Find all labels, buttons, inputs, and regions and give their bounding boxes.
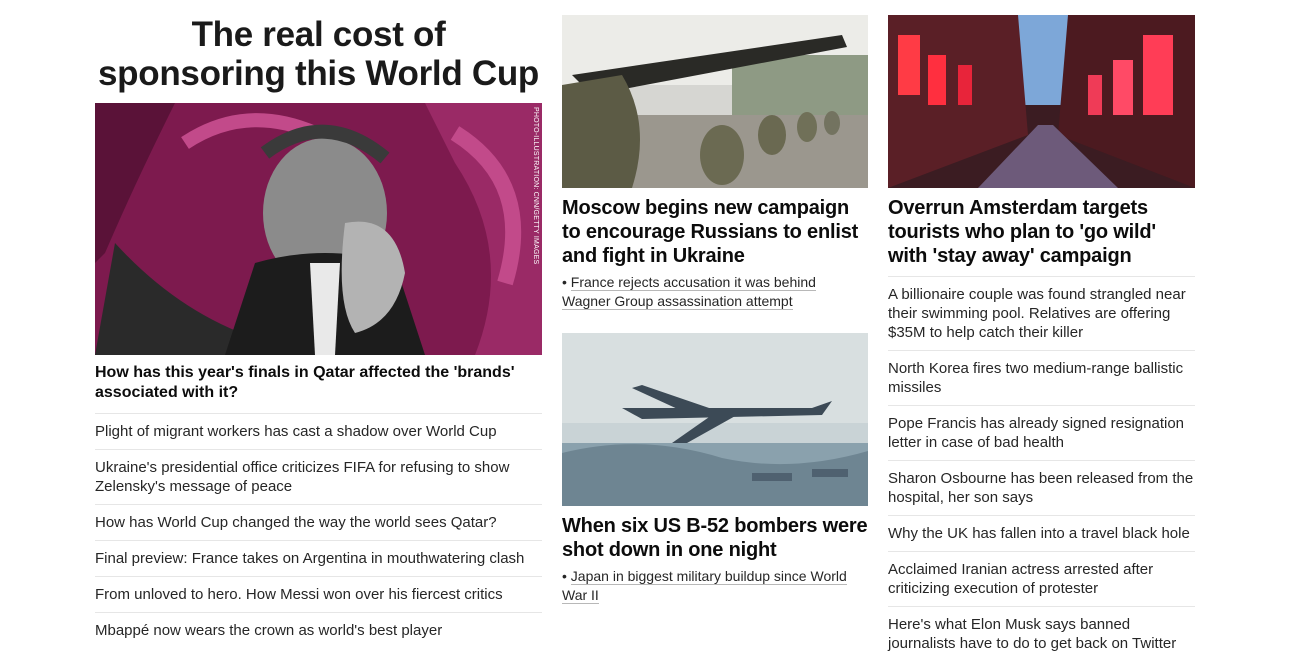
list-item[interactable]: Plight of migrant workers has cast a sha… <box>95 413 542 449</box>
right-link-list: A billionaire couple was found strangled… <box>888 276 1195 661</box>
feature-link-list: Plight of migrant workers has cast a sha… <box>95 413 542 648</box>
list-item[interactable]: Mbappé now wears the crown as world's be… <box>95 612 542 648</box>
list-item[interactable]: Pope Francis has already signed resignat… <box>888 405 1195 460</box>
related-link[interactable]: • France rejects accusation it was behin… <box>562 273 868 311</box>
b52-image[interactable] <box>562 333 868 506</box>
soldiers-image[interactable] <box>562 15 868 188</box>
feature-lead-headline[interactable]: How has this year's finals in Qatar affe… <box>95 363 542 403</box>
amsterdam-photo <box>888 15 1195 188</box>
list-item[interactable]: Sharon Osbourne has been released from t… <box>888 460 1195 515</box>
story-headline[interactable]: When six US B-52 bombers were shot down … <box>562 514 868 562</box>
list-item[interactable]: Final preview: France takes on Argentina… <box>95 540 542 576</box>
amsterdam-image[interactable] <box>888 15 1195 188</box>
story-headline[interactable]: Overrun Amsterdam targets tourists who p… <box>888 196 1195 268</box>
right-column: Overrun Amsterdam targets tourists who p… <box>888 15 1195 661</box>
b52-photo <box>562 333 868 506</box>
list-item[interactable]: Why the UK has fallen into a travel blac… <box>888 515 1195 551</box>
list-item[interactable]: North Korea fires two medium-range balli… <box>888 350 1195 405</box>
list-item[interactable]: Acclaimed Iranian actress arrested after… <box>888 551 1195 606</box>
feature-image[interactable]: PHOTO-ILLUSTRATION: CNN/GETTY IMAGES <box>95 103 542 355</box>
list-item[interactable]: Here's what Elon Musk says banned journa… <box>888 606 1195 661</box>
list-item[interactable]: Ukraine's presidential office criticizes… <box>95 449 542 504</box>
list-item[interactable]: A billionaire couple was found strangled… <box>888 276 1195 350</box>
feature-title[interactable]: The real cost of sponsoring this World C… <box>95 15 542 93</box>
list-item[interactable]: How has World Cup changed the way the wo… <box>95 504 542 540</box>
related-link[interactable]: • Japan in biggest military buildup sinc… <box>562 567 868 605</box>
beckham-illustration <box>95 103 542 355</box>
story-headline[interactable]: Moscow begins new campaign to encourage … <box>562 196 868 268</box>
image-credit: PHOTO-ILLUSTRATION: CNN/GETTY IMAGES <box>532 107 539 265</box>
feature-column: The real cost of sponsoring this World C… <box>95 15 542 648</box>
middle-column: Moscow begins new campaign to encourage … <box>562 15 868 605</box>
list-item[interactable]: From unloved to hero. How Messi won over… <box>95 576 542 612</box>
soldiers-photo <box>562 15 868 188</box>
